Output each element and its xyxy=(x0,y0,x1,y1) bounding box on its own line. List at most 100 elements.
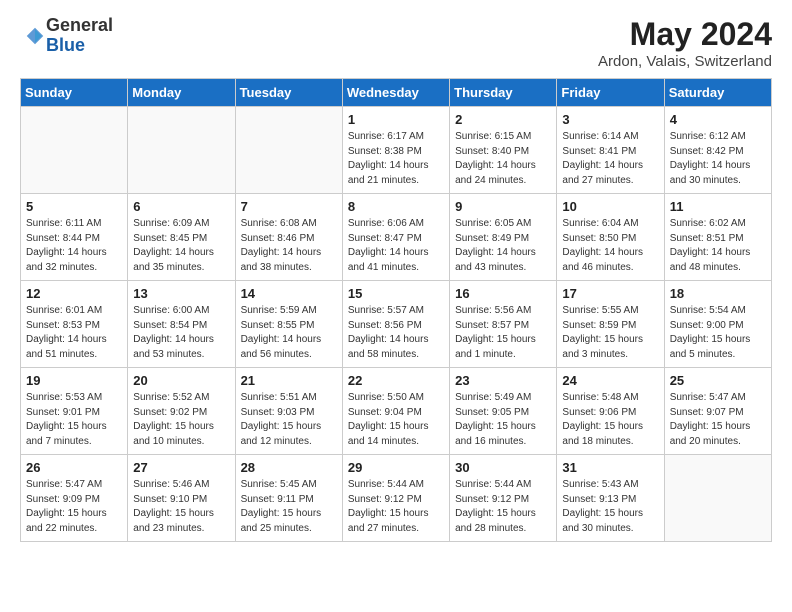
day-number: 29 xyxy=(348,460,444,475)
calendar-body: 1 Sunrise: 6:17 AM Sunset: 8:38 PM Daylig… xyxy=(21,107,772,542)
cell-info: Sunrise: 5:45 AM Sunset: 9:11 PM Dayligh… xyxy=(241,478,337,536)
calendar-cell: 30 Sunrise: 5:44 AM Sunset: 9:12 PM Dayli… xyxy=(450,455,557,542)
calendar-cell: 2 Sunrise: 6:15 AM Sunset: 8:40 PM Daylig… xyxy=(450,107,557,194)
cell-info: Sunrise: 5:44 AM Sunset: 9:12 PM Dayligh… xyxy=(455,478,551,536)
day-number: 24 xyxy=(562,373,658,388)
cell-info: Sunrise: 5:57 AM Sunset: 8:56 PM Dayligh… xyxy=(348,304,444,362)
day-number: 30 xyxy=(455,460,551,475)
day-number: 18 xyxy=(670,286,766,301)
day-number: 31 xyxy=(562,460,658,475)
day-header-friday: Friday xyxy=(557,79,664,107)
header-row: SundayMondayTuesdayWednesdayThursdayFrid… xyxy=(21,79,772,107)
calendar-cell xyxy=(128,107,235,194)
cell-info: Sunrise: 6:09 AM Sunset: 8:45 PM Dayligh… xyxy=(133,217,229,275)
day-number: 1 xyxy=(348,112,444,127)
page-header: General Blue May 2024 Ardon, Valais, Swi… xyxy=(0,0,792,78)
logo: General Blue xyxy=(20,16,113,56)
cell-info: Sunrise: 5:59 AM Sunset: 8:55 PM Dayligh… xyxy=(241,304,337,362)
calendar-cell: 3Sunrise: 6:14 AM Sunset: 8:41 PM Daylig… xyxy=(557,107,664,194)
cell-info: Sunrise: 5:52 AM Sunset: 9:02 PM Dayligh… xyxy=(133,391,229,449)
day-number: 12 xyxy=(26,286,122,301)
calendar-cell: 14 Sunrise: 5:59 AM Sunset: 8:55 PM Dayli… xyxy=(235,281,342,368)
cell-info: Sunrise: 5:44 AM Sunset: 9:12 PM Dayligh… xyxy=(348,478,444,536)
week-row-1: 1 Sunrise: 6:17 AM Sunset: 8:38 PM Daylig… xyxy=(21,107,772,194)
day-number: 10 xyxy=(562,199,658,214)
calendar-cell: 16 Sunrise: 5:56 AM Sunset: 8:57 PM Dayli… xyxy=(450,281,557,368)
cell-info: Sunrise: 6:08 AM Sunset: 8:46 PM Dayligh… xyxy=(241,217,337,275)
calendar-cell: 5 Sunrise: 6:11 AM Sunset: 8:44 PM Daylig… xyxy=(21,194,128,281)
day-header-wednesday: Wednesday xyxy=(342,79,449,107)
day-header-monday: Monday xyxy=(128,79,235,107)
calendar-cell: 4 Sunrise: 6:12 AM Sunset: 8:42 PM Daylig… xyxy=(664,107,771,194)
calendar-cell: 31Sunrise: 5:43 AM Sunset: 9:13 PM Dayli… xyxy=(557,455,664,542)
day-number: 14 xyxy=(241,286,337,301)
cell-info: Sunrise: 5:47 AM Sunset: 9:09 PM Dayligh… xyxy=(26,478,122,536)
logo-icon xyxy=(24,25,46,47)
month-year: May 2024 xyxy=(598,16,772,53)
cell-info: Sunrise: 5:50 AM Sunset: 9:04 PM Dayligh… xyxy=(348,391,444,449)
logo-blue-text: Blue xyxy=(46,36,113,56)
cell-info: Sunrise: 5:51 AM Sunset: 9:03 PM Dayligh… xyxy=(241,391,337,449)
cell-info: Sunrise: 6:11 AM Sunset: 8:44 PM Dayligh… xyxy=(26,217,122,275)
calendar-cell: 17 Sunrise: 5:55 AM Sunset: 8:59 PM Dayli… xyxy=(557,281,664,368)
calendar-cell: 25Sunrise: 5:47 AM Sunset: 9:07 PM Dayli… xyxy=(664,368,771,455)
title-block: May 2024 Ardon, Valais, Switzerland xyxy=(598,16,772,70)
day-number: 21 xyxy=(241,373,337,388)
day-number: 20 xyxy=(133,373,229,388)
calendar-cell: 13 Sunrise: 6:00 AM Sunset: 8:54 PM Dayli… xyxy=(128,281,235,368)
cell-info: Sunrise: 6:04 AM Sunset: 8:50 PM Dayligh… xyxy=(562,217,658,275)
cell-info: Sunrise: 5:54 AM Sunset: 9:00 PM Dayligh… xyxy=(670,304,766,362)
calendar-cell xyxy=(664,455,771,542)
cell-info: Sunrise: 5:53 AM Sunset: 9:01 PM Dayligh… xyxy=(26,391,122,449)
cell-info: Sunrise: 6:05 AM Sunset: 8:49 PM Dayligh… xyxy=(455,217,551,275)
cell-info: Sunrise: 5:47 AM Sunset: 9:07 PM Dayligh… xyxy=(670,391,766,449)
day-number: 4 xyxy=(670,112,766,127)
calendar-cell: 6Sunrise: 6:09 AM Sunset: 8:45 PM Daylig… xyxy=(128,194,235,281)
logo-general-text: General xyxy=(46,16,113,36)
calendar-cell: 20 Sunrise: 5:52 AM Sunset: 9:02 PM Dayli… xyxy=(128,368,235,455)
cell-info: Sunrise: 6:01 AM Sunset: 8:53 PM Dayligh… xyxy=(26,304,122,362)
day-number: 28 xyxy=(241,460,337,475)
calendar-cell: 22Sunrise: 5:50 AM Sunset: 9:04 PM Dayli… xyxy=(342,368,449,455)
day-header-thursday: Thursday xyxy=(450,79,557,107)
week-row-2: 5 Sunrise: 6:11 AM Sunset: 8:44 PM Daylig… xyxy=(21,194,772,281)
day-number: 16 xyxy=(455,286,551,301)
calendar-cell: 7Sunrise: 6:08 AM Sunset: 8:46 PM Daylig… xyxy=(235,194,342,281)
logo-text: General Blue xyxy=(46,16,113,56)
day-number: 17 xyxy=(562,286,658,301)
day-header-tuesday: Tuesday xyxy=(235,79,342,107)
cell-info: Sunrise: 6:15 AM Sunset: 8:40 PM Dayligh… xyxy=(455,130,551,188)
day-number: 13 xyxy=(133,286,229,301)
calendar-wrapper: SundayMondayTuesdayWednesdayThursdayFrid… xyxy=(0,78,792,552)
calendar-cell: 21 Sunrise: 5:51 AM Sunset: 9:03 PM Dayli… xyxy=(235,368,342,455)
calendar-cell: 26 Sunrise: 5:47 AM Sunset: 9:09 PM Dayli… xyxy=(21,455,128,542)
calendar-cell: 23Sunrise: 5:49 AM Sunset: 9:05 PM Dayli… xyxy=(450,368,557,455)
day-number: 2 xyxy=(455,112,551,127)
day-number: 3 xyxy=(562,112,658,127)
calendar-table: SundayMondayTuesdayWednesdayThursdayFrid… xyxy=(20,78,772,542)
week-row-4: 19 Sunrise: 5:53 AM Sunset: 9:01 PM Dayli… xyxy=(21,368,772,455)
day-header-saturday: Saturday xyxy=(664,79,771,107)
day-number: 27 xyxy=(133,460,229,475)
day-number: 5 xyxy=(26,199,122,214)
calendar-cell: 27Sunrise: 5:46 AM Sunset: 9:10 PM Dayli… xyxy=(128,455,235,542)
day-number: 19 xyxy=(26,373,122,388)
calendar-cell: 11 Sunrise: 6:02 AM Sunset: 8:51 PM Dayli… xyxy=(664,194,771,281)
day-number: 11 xyxy=(670,199,766,214)
cell-info: Sunrise: 5:56 AM Sunset: 8:57 PM Dayligh… xyxy=(455,304,551,362)
calendar-header: SundayMondayTuesdayWednesdayThursdayFrid… xyxy=(21,79,772,107)
cell-info: Sunrise: 6:00 AM Sunset: 8:54 PM Dayligh… xyxy=(133,304,229,362)
cell-info: Sunrise: 6:17 AM Sunset: 8:38 PM Dayligh… xyxy=(348,130,444,188)
calendar-cell: 29 Sunrise: 5:44 AM Sunset: 9:12 PM Dayli… xyxy=(342,455,449,542)
day-number: 9 xyxy=(455,199,551,214)
calendar-cell: 1 Sunrise: 6:17 AM Sunset: 8:38 PM Daylig… xyxy=(342,107,449,194)
cell-info: Sunrise: 6:02 AM Sunset: 8:51 PM Dayligh… xyxy=(670,217,766,275)
day-number: 8 xyxy=(348,199,444,214)
cell-info: Sunrise: 6:12 AM Sunset: 8:42 PM Dayligh… xyxy=(670,130,766,188)
day-number: 23 xyxy=(455,373,551,388)
calendar-cell: 24Sunrise: 5:48 AM Sunset: 9:06 PM Dayli… xyxy=(557,368,664,455)
cell-info: Sunrise: 5:55 AM Sunset: 8:59 PM Dayligh… xyxy=(562,304,658,362)
calendar-cell: 15Sunrise: 5:57 AM Sunset: 8:56 PM Dayli… xyxy=(342,281,449,368)
day-number: 26 xyxy=(26,460,122,475)
calendar-cell: 12 Sunrise: 6:01 AM Sunset: 8:53 PM Dayli… xyxy=(21,281,128,368)
